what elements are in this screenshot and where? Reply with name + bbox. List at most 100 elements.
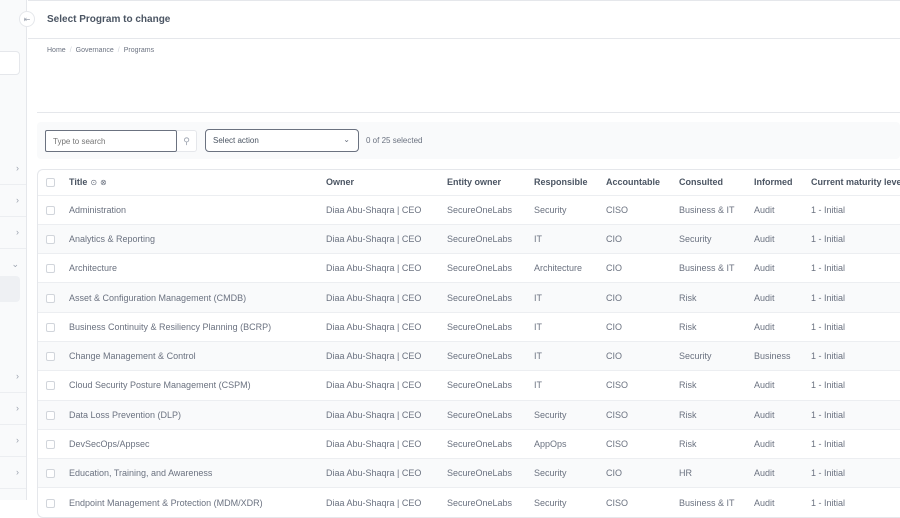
chevron-right-icon: › — [16, 467, 19, 477]
cell-maturity: 1 - Initial — [811, 399, 900, 430]
cell-title[interactable]: DevSecOps/Appsec — [69, 428, 326, 459]
cell-informed: Audit — [754, 370, 811, 401]
row-checkbox[interactable] — [46, 352, 55, 362]
cell-accountable: CIO — [606, 253, 679, 283]
cell-owner: Diaa Abu-Shaqra | CEO — [326, 399, 447, 430]
cell-accountable: CIO — [606, 340, 679, 371]
row-select-cell — [38, 194, 69, 225]
cell-responsible: IT — [534, 282, 606, 313]
search-icon: ⚲ — [183, 135, 190, 146]
row-select-cell — [38, 253, 69, 283]
sidebar-subitem-active[interactable] — [0, 276, 20, 302]
remove-sort-icon[interactable]: ⊗ — [100, 178, 107, 187]
cell-maturity: 1 - Initial — [811, 311, 900, 342]
cell-title[interactable]: Cloud Security Posture Management (CSPM) — [69, 370, 326, 401]
row-checkbox[interactable] — [46, 498, 55, 508]
cell-maturity: 1 - Initial — [811, 223, 900, 254]
row-checkbox[interactable] — [46, 469, 55, 479]
cell-owner: Diaa Abu-Shaqra | CEO — [326, 282, 447, 313]
table-row: Change Management & Control Diaa Abu-Shaq… — [38, 340, 900, 371]
column-header-informed[interactable]: Informed — [754, 170, 811, 195]
sort-ascending-icon[interactable]: ⊙ — [90, 178, 97, 187]
select-all-cell — [38, 170, 69, 195]
cell-consulted: Risk — [679, 282, 754, 313]
row-checkbox[interactable] — [46, 322, 55, 332]
sidebar-item[interactable]: › — [0, 185, 26, 217]
sidebar-item[interactable]: › — [0, 393, 26, 425]
cell-owner: Diaa Abu-Shaqra | CEO — [326, 428, 447, 459]
column-header-entity-owner[interactable]: Entity owner — [447, 170, 534, 195]
page-title: Select Program to change — [47, 14, 171, 25]
cell-responsible: AppOps — [534, 428, 606, 459]
cell-responsible: IT — [534, 370, 606, 401]
search-input[interactable] — [45, 130, 177, 152]
sidebar-search[interactable] — [0, 51, 20, 75]
column-header-accountable[interactable]: Accountable — [606, 170, 679, 195]
cell-title[interactable]: Business Continuity & Resiliency Plannin… — [69, 311, 326, 342]
cell-title[interactable]: Data Loss Prevention (DLP) — [69, 399, 326, 430]
cell-title[interactable]: Endpoint Management & Protection (MDM/XD… — [69, 487, 326, 518]
action-select[interactable]: Select action ⌄ — [205, 129, 359, 152]
chevron-right-icon: › — [16, 195, 19, 205]
row-checkbox[interactable] — [46, 235, 55, 244]
table-row: Architecture Diaa Abu-Shaqra | CEO SecureO… — [38, 253, 900, 283]
column-header-title[interactable]: Title ⊙ ⊗ — [69, 170, 326, 195]
cell-informed: Audit — [754, 458, 811, 488]
cell-title[interactable]: Asset & Configuration Management (CMDB) — [69, 282, 326, 313]
sidebar-item[interactable]: › — [0, 153, 26, 185]
row-select-cell — [38, 282, 69, 313]
cell-informed: Audit — [754, 399, 811, 430]
row-select-cell — [38, 340, 69, 371]
search-button[interactable]: ⚲ — [177, 130, 197, 152]
row-checkbox[interactable] — [46, 440, 55, 450]
breadcrumb: Home / Governance / Programs — [47, 47, 155, 54]
sidebar-item[interactable]: › — [0, 361, 26, 393]
sidebar-item[interactable]: › — [0, 217, 26, 249]
row-checkbox[interactable] — [46, 410, 55, 420]
collapse-sidebar-button[interactable]: ⇤ — [19, 11, 35, 27]
cell-responsible: Security — [534, 399, 606, 430]
row-select-cell — [38, 223, 69, 254]
cell-accountable: CIO — [606, 282, 679, 313]
cell-maturity: 1 - Initial — [811, 194, 900, 225]
cell-informed: Business — [754, 340, 811, 371]
cell-consulted: Risk — [679, 428, 754, 459]
table-row: Administration Diaa Abu-Shaqra | CEO Secur… — [38, 194, 900, 225]
row-checkbox[interactable] — [46, 205, 55, 215]
cell-accountable: CIO — [606, 458, 679, 488]
divider — [37, 112, 900, 113]
breadcrumb-home[interactable]: Home — [47, 47, 66, 54]
row-select-cell — [38, 370, 69, 401]
row-checkbox[interactable] — [46, 381, 55, 391]
cell-informed: Audit — [754, 428, 811, 459]
cell-owner: Diaa Abu-Shaqra | CEO — [326, 370, 447, 401]
cell-title[interactable]: Architecture — [69, 253, 326, 283]
cell-title[interactable]: Change Management & Control — [69, 340, 326, 371]
cell-owner: Diaa Abu-Shaqra | CEO — [326, 458, 447, 488]
sidebar-item[interactable]: › — [0, 457, 26, 489]
table-row: Business Continuity & Resiliency Plannin… — [38, 311, 900, 342]
column-header-consulted[interactable]: Consulted — [679, 170, 754, 195]
cell-accountable: CISO — [606, 487, 679, 518]
cell-title[interactable]: Analytics & Reporting — [69, 223, 326, 254]
row-checkbox[interactable] — [46, 293, 55, 303]
cell-responsible: IT — [534, 311, 606, 342]
sidebar-item[interactable]: › — [0, 425, 26, 457]
select-all-checkbox[interactable] — [46, 178, 55, 188]
cell-title[interactable]: Education, Training, and Awareness — [69, 458, 326, 488]
row-checkbox[interactable] — [46, 264, 55, 274]
cell-owner: Diaa Abu-Shaqra | CEO — [326, 340, 447, 371]
cell-owner: Diaa Abu-Shaqra | CEO — [326, 253, 447, 283]
top-bar: Select Program to change — [28, 0, 900, 39]
cell-title[interactable]: Administration — [69, 194, 326, 225]
cell-entity-owner: SecureOneLabs — [447, 487, 534, 518]
column-header-maturity[interactable]: Current maturity level — [811, 170, 900, 195]
cell-entity-owner: SecureOneLabs — [447, 399, 534, 430]
breadcrumb-governance[interactable]: Governance — [76, 47, 114, 54]
column-header-owner[interactable]: Owner — [326, 170, 447, 195]
cell-owner: Diaa Abu-Shaqra | CEO — [326, 487, 447, 518]
cell-consulted: Risk — [679, 399, 754, 430]
column-header-responsible[interactable]: Responsible — [534, 170, 606, 195]
cell-informed: Audit — [754, 487, 811, 518]
cell-entity-owner: SecureOneLabs — [447, 253, 534, 283]
